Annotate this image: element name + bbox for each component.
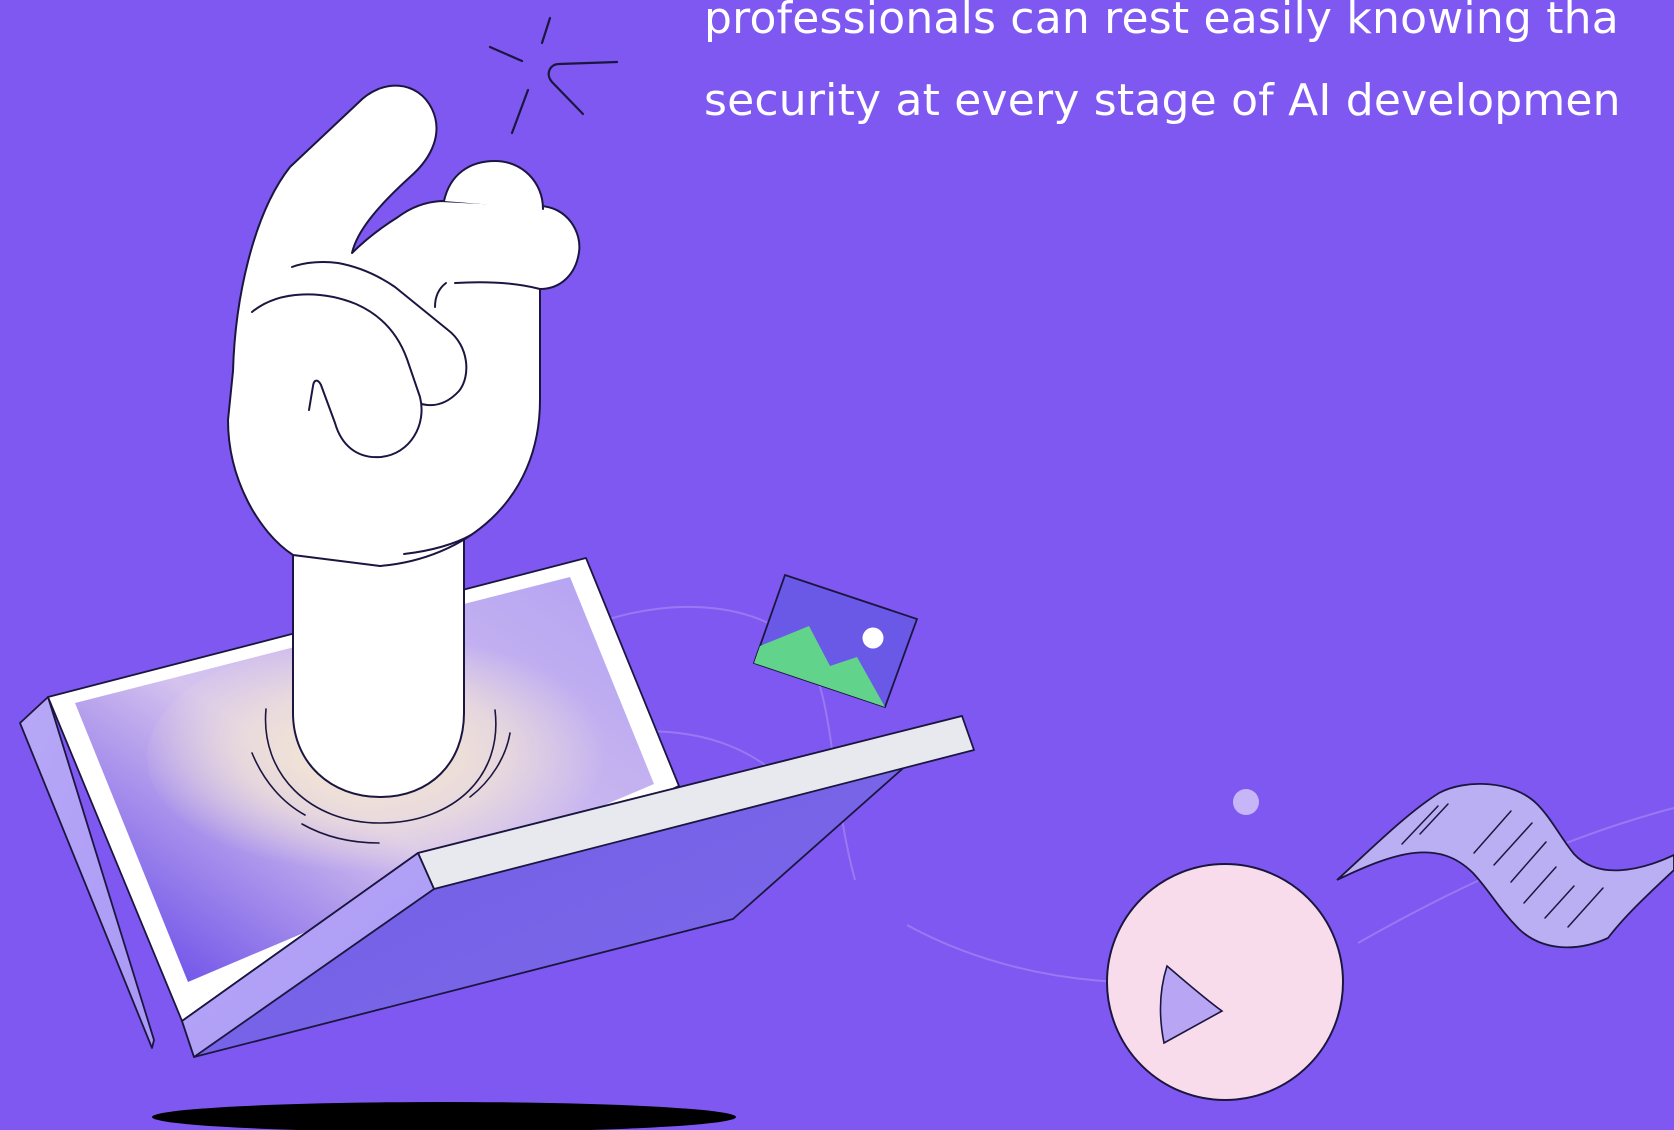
document-icon <box>1336 783 1674 949</box>
hero-copy-line-1: professionals can rest easily knowing th… <box>704 0 1619 44</box>
floating-dot <box>1233 789 1259 815</box>
image-icon <box>752 573 919 709</box>
hero-copy-line-2: security at every stage of AI developmen <box>704 75 1621 126</box>
hero-illustration <box>19 16 1674 1130</box>
hero-copy: professionals can rest easily knowing th… <box>704 0 1674 142</box>
sparkle-icon <box>488 16 619 135</box>
play-icon <box>1106 863 1344 1101</box>
ground-shadow <box>152 1102 736 1130</box>
